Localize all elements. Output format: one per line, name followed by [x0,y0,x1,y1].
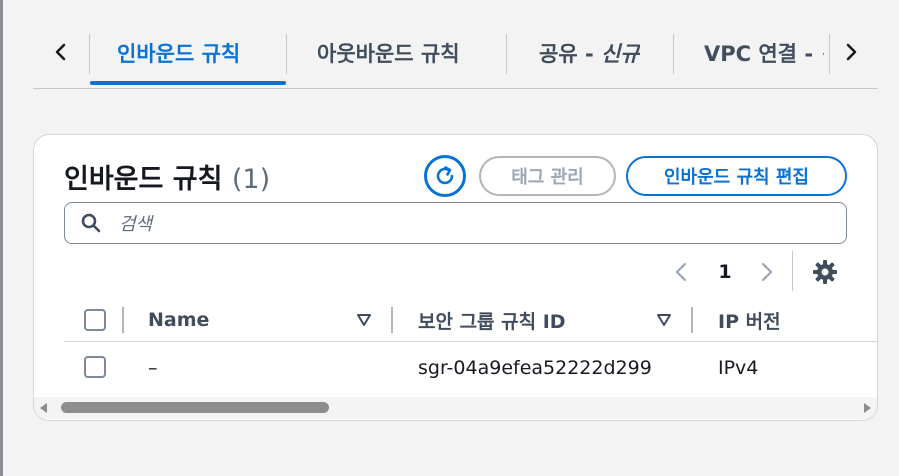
chevron-right-icon [761,262,773,282]
cell-rule-id: sgr-04a9efea52222d299 [418,357,652,379]
search-field[interactable] [64,202,847,244]
column-divider [391,307,393,333]
tab-divider [829,34,830,74]
tab-scroll-left-button[interactable] [43,34,79,70]
chevron-left-icon [55,43,66,61]
column-header-rule-id[interactable]: 보안 그룹 규칙 ID [418,305,566,335]
tab-inbound-rules[interactable]: 인바운드 규칙 [117,32,240,74]
column-divider [691,307,693,333]
refresh-button[interactable] [424,155,466,197]
window-edge [0,0,3,476]
select-all-checkbox[interactable] [84,309,106,331]
rule-count: (1) [231,164,271,195]
tab-divider [286,34,287,74]
panel-title-text: 인바운드 규칙 [64,164,223,195]
refresh-icon [436,166,454,185]
inbound-rules-panel: 인바운드 규칙 (1) 태그 관리 인바운드 규칙 편집 1 [33,134,878,421]
tab-divider [506,34,507,74]
previous-page-button[interactable] [666,257,696,287]
panel-title: 인바운드 규칙 (1) [64,157,270,196]
chevron-right-icon [846,43,857,61]
chevron-left-icon [675,262,687,282]
tab-label: 아웃바운드 규칙 [317,42,460,66]
search-input[interactable] [117,209,821,239]
tab-vpc-associations[interactable]: VPC 연결 - 신규 [704,32,824,74]
tab-divider [89,34,90,74]
tab-label: 공유 - [539,42,594,66]
tab-sharing[interactable]: 공유 - 신규 [539,32,640,74]
scroll-left-arrow-icon[interactable] [40,403,47,413]
tab-divider [673,34,674,74]
cell-ip-version: IPv4 [718,357,759,379]
pager-divider [792,251,793,291]
new-badge: 신규 [820,38,824,68]
manage-tags-button[interactable]: 태그 관리 [479,156,616,196]
page-number-button[interactable]: 1 [710,257,740,287]
search-icon [81,213,101,233]
header-divider [64,341,877,342]
tab-bar: 인바운드 규칙 아웃바운드 규칙 공유 - 신규 VPC 연결 - 신규 [33,0,878,89]
row-checkbox[interactable] [84,356,106,378]
tab-label: VPC 연결 - [704,42,814,66]
scroll-right-arrow-icon[interactable] [864,403,871,413]
new-badge: 신규 [600,42,640,66]
sort-icon[interactable] [356,313,372,327]
horizontal-scrollbar[interactable] [34,397,877,419]
column-header-name[interactable]: Name [148,305,209,335]
tab-label: 인바운드 규칙 [117,42,241,66]
column-divider [122,307,124,333]
gear-icon[interactable] [812,259,838,285]
edit-inbound-rules-button[interactable]: 인바운드 규칙 편집 [626,156,847,196]
active-tab-indicator [90,81,286,85]
tab-scroll-right-button[interactable] [833,34,869,70]
scrollbar-thumb[interactable] [61,402,329,413]
cell-name: – [148,357,158,379]
tab-outbound-rules[interactable]: 아웃바운드 규칙 [317,32,460,74]
column-header-ip-version[interactable]: IP 버전 [718,305,781,335]
sort-icon[interactable] [656,313,672,327]
next-page-button[interactable] [752,257,782,287]
